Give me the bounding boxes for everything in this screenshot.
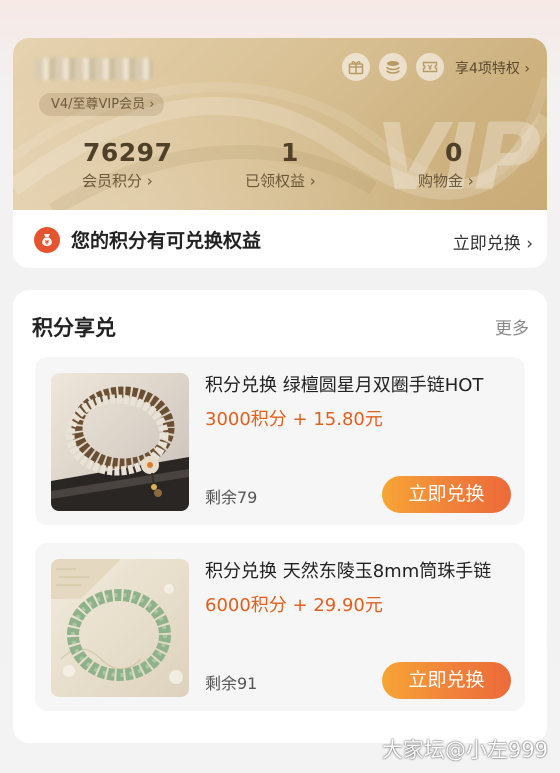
redeem-button[interactable]: 立即兑换 <box>382 476 511 513</box>
vip-membership-card: VIP V4/至尊VIP会员 › 享4项特权 › 76297 会员积分 › 1 … <box>13 38 547 268</box>
coupon-icon[interactable] <box>416 53 444 81</box>
stat-label: 会员积分 › <box>82 172 153 190</box>
stat-label: 购物金 › <box>418 172 474 190</box>
stat-shopping-credit[interactable]: 0 购物金 › <box>418 138 474 191</box>
username-blurred <box>35 58 153 80</box>
coins-icon[interactable] <box>379 53 407 81</box>
gift-icon[interactable] <box>342 53 370 81</box>
product-price: 3000积分 + 15.80元 <box>205 409 383 430</box>
product-card[interactable]: 积分兑换 天然东陵玉8mm筒珠手链 6000积分 + 29.90元 剩余91 立… <box>35 543 525 711</box>
product-stock: 剩余91 <box>205 674 258 693</box>
stat-value: 76297 <box>83 138 173 167</box>
stat-label: 已领权益 › <box>245 172 316 190</box>
product-name: 积分兑换 天然东陵玉8mm筒珠手链 <box>205 561 492 582</box>
member-level-badge[interactable]: V4/至尊VIP会员 › <box>39 93 165 116</box>
product-image-jade-bracelet[interactable] <box>51 559 189 697</box>
perks-link[interactable]: 享4项特权 › <box>455 58 530 78</box>
stat-member-points[interactable]: 76297 会员积分 › <box>82 138 172 191</box>
stat-value: 0 <box>445 138 463 167</box>
stat-claimed-benefits[interactable]: 1 已领权益 › <box>245 138 316 191</box>
product-stock: 剩余79 <box>205 488 258 507</box>
notice-text: 您的积分有可兑换权益 <box>71 230 262 252</box>
stat-value: 1 <box>281 138 299 167</box>
product-image-bracelet[interactable] <box>51 373 189 511</box>
perk-icons <box>342 53 444 81</box>
redeem-now-link[interactable]: 立即兑换 › <box>453 229 533 254</box>
product-price: 6000积分 + 29.90元 <box>205 595 383 616</box>
money-bag-icon: ¥ <box>34 227 60 253</box>
site-watermark: 大家坛@小左999 <box>381 738 548 762</box>
section-title: 积分享兑 <box>32 316 116 340</box>
vip-card-header: VIP V4/至尊VIP会员 › 享4项特权 › 76297 会员积分 › 1 … <box>13 38 547 210</box>
redeemable-notice[interactable]: ¥ 您的积分有可兑换权益 立即兑换 › <box>13 210 547 268</box>
more-link[interactable]: 更多 <box>495 314 529 339</box>
points-exchange-section: 积分享兑 更多 积分兑换 绿檀圆星月双圈手链HOT 3000积分 + 15.80… <box>13 290 547 743</box>
redeem-button[interactable]: 立即兑换 <box>382 662 511 699</box>
product-name: 积分兑换 绿檀圆星月双圈手链HOT <box>205 375 484 396</box>
product-card[interactable]: 积分兑换 绿檀圆星月双圈手链HOT 3000积分 + 15.80元 剩余79 立… <box>35 357 525 525</box>
